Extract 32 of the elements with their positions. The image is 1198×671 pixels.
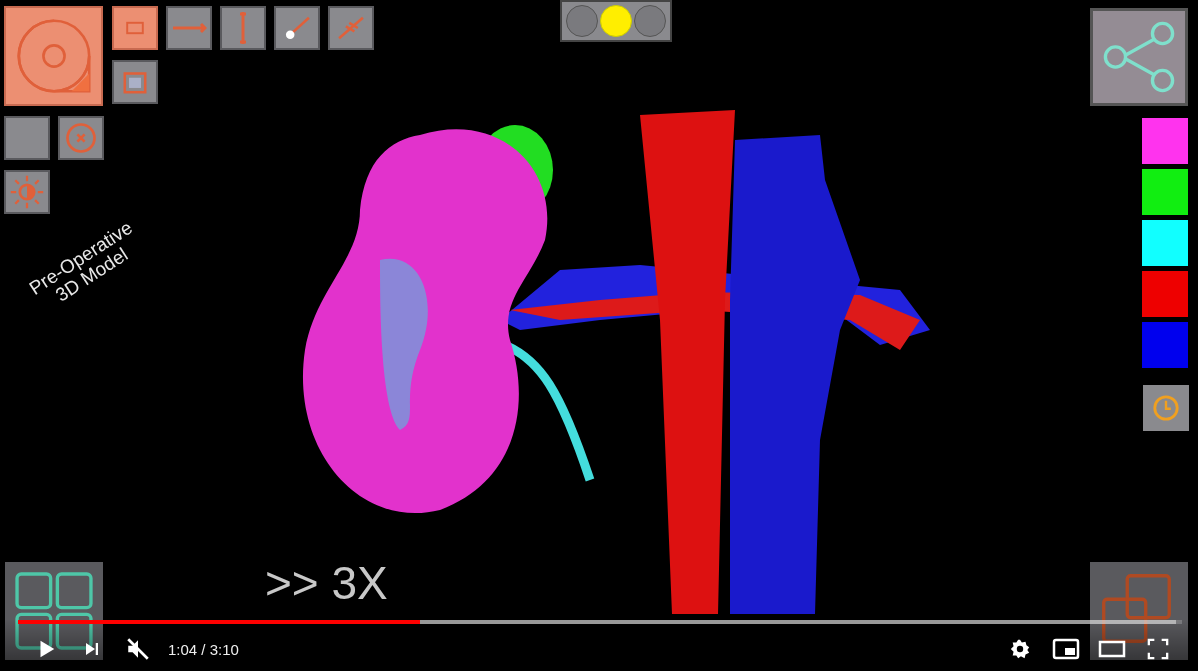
- layers-button[interactable]: [1090, 562, 1188, 660]
- playback-speed-label: >> 3X: [265, 556, 388, 610]
- vertical-line-icon: [237, 10, 249, 46]
- blank-tool-button[interactable]: [4, 116, 50, 160]
- share-button[interactable]: [1090, 8, 1188, 106]
- grid-icon: [12, 569, 96, 653]
- hline-tool-button[interactable]: [166, 6, 212, 50]
- rect-tool-button[interactable]: [112, 6, 158, 50]
- fullscreen-icon: [1147, 638, 1169, 660]
- clock-icon: [1150, 392, 1182, 424]
- skip-next-icon: [83, 640, 101, 658]
- diagonal-tool-button[interactable]: [328, 6, 374, 50]
- grid-view-button[interactable]: [5, 562, 103, 660]
- color-swatch[interactable]: [1142, 118, 1188, 164]
- color-swatch[interactable]: [1142, 169, 1188, 215]
- brightness-icon: [9, 174, 45, 210]
- clock-button[interactable]: [1143, 385, 1189, 431]
- disc-tool-button[interactable]: [4, 6, 103, 106]
- target-tool-button[interactable]: [58, 116, 104, 160]
- frame-tool-button[interactable]: [112, 60, 158, 104]
- time-display: 1:04 / 3:10: [168, 640, 239, 658]
- color-swatch[interactable]: [1142, 220, 1188, 266]
- color-swatch[interactable]: [1142, 322, 1188, 368]
- horizontal-line-icon: [171, 22, 207, 34]
- muted-speaker-icon: [125, 636, 151, 662]
- brightness-tool-button[interactable]: [4, 170, 50, 214]
- settings-icon: [1009, 638, 1031, 660]
- vline-tool-button[interactable]: [220, 6, 266, 50]
- miniplayer-icon: [1052, 637, 1080, 661]
- color-swatch[interactable]: [1142, 271, 1188, 317]
- probe-tool-button[interactable]: [274, 6, 320, 50]
- target-icon: [63, 120, 99, 156]
